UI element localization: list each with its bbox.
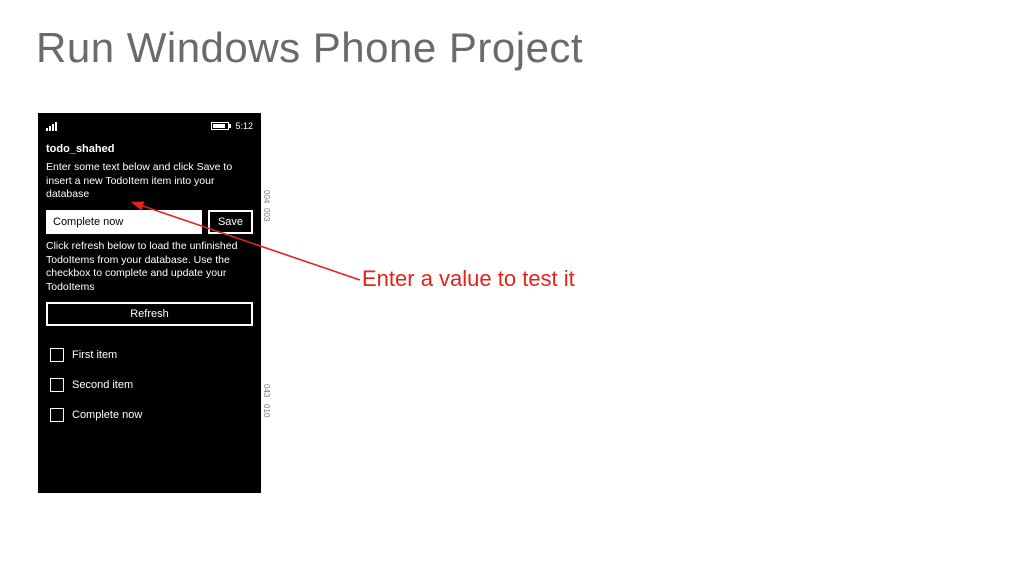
scale-marker: 003: [262, 208, 271, 221]
phone-screenshot: 5:12 todo_shahed Enter some text below a…: [38, 113, 261, 493]
battery-icon: [211, 122, 229, 130]
refresh-button[interactable]: Refresh: [46, 302, 253, 326]
app-title: todo_shahed: [46, 143, 253, 155]
save-button[interactable]: Save: [208, 210, 253, 234]
list-item-label: Second item: [72, 379, 133, 391]
list-item[interactable]: First item: [46, 340, 253, 370]
list-item-label: First item: [72, 349, 117, 361]
list-item[interactable]: Complete now: [46, 400, 253, 430]
todo-list: First item Second item Complete now: [46, 340, 253, 430]
checkbox-icon[interactable]: [50, 348, 64, 362]
slide-title: Run Windows Phone Project: [36, 24, 583, 72]
checkbox-icon[interactable]: [50, 378, 64, 392]
list-item-label: Complete now: [72, 409, 142, 421]
status-bar: 5:12: [46, 119, 253, 133]
signal-icon: [46, 121, 57, 131]
instruction-insert: Enter some text below and click Save to …: [46, 161, 253, 202]
todo-input[interactable]: [46, 210, 202, 234]
scale-marker: 004: [262, 190, 271, 203]
instruction-refresh: Click refresh below to load the unfinish…: [46, 240, 253, 295]
scale-marker: 043: [262, 384, 271, 397]
scale-marker: 010: [262, 404, 271, 417]
checkbox-icon[interactable]: [50, 408, 64, 422]
annotation-text: Enter a value to test it: [362, 266, 575, 292]
list-item[interactable]: Second item: [46, 370, 253, 400]
clock: 5:12: [235, 121, 253, 131]
